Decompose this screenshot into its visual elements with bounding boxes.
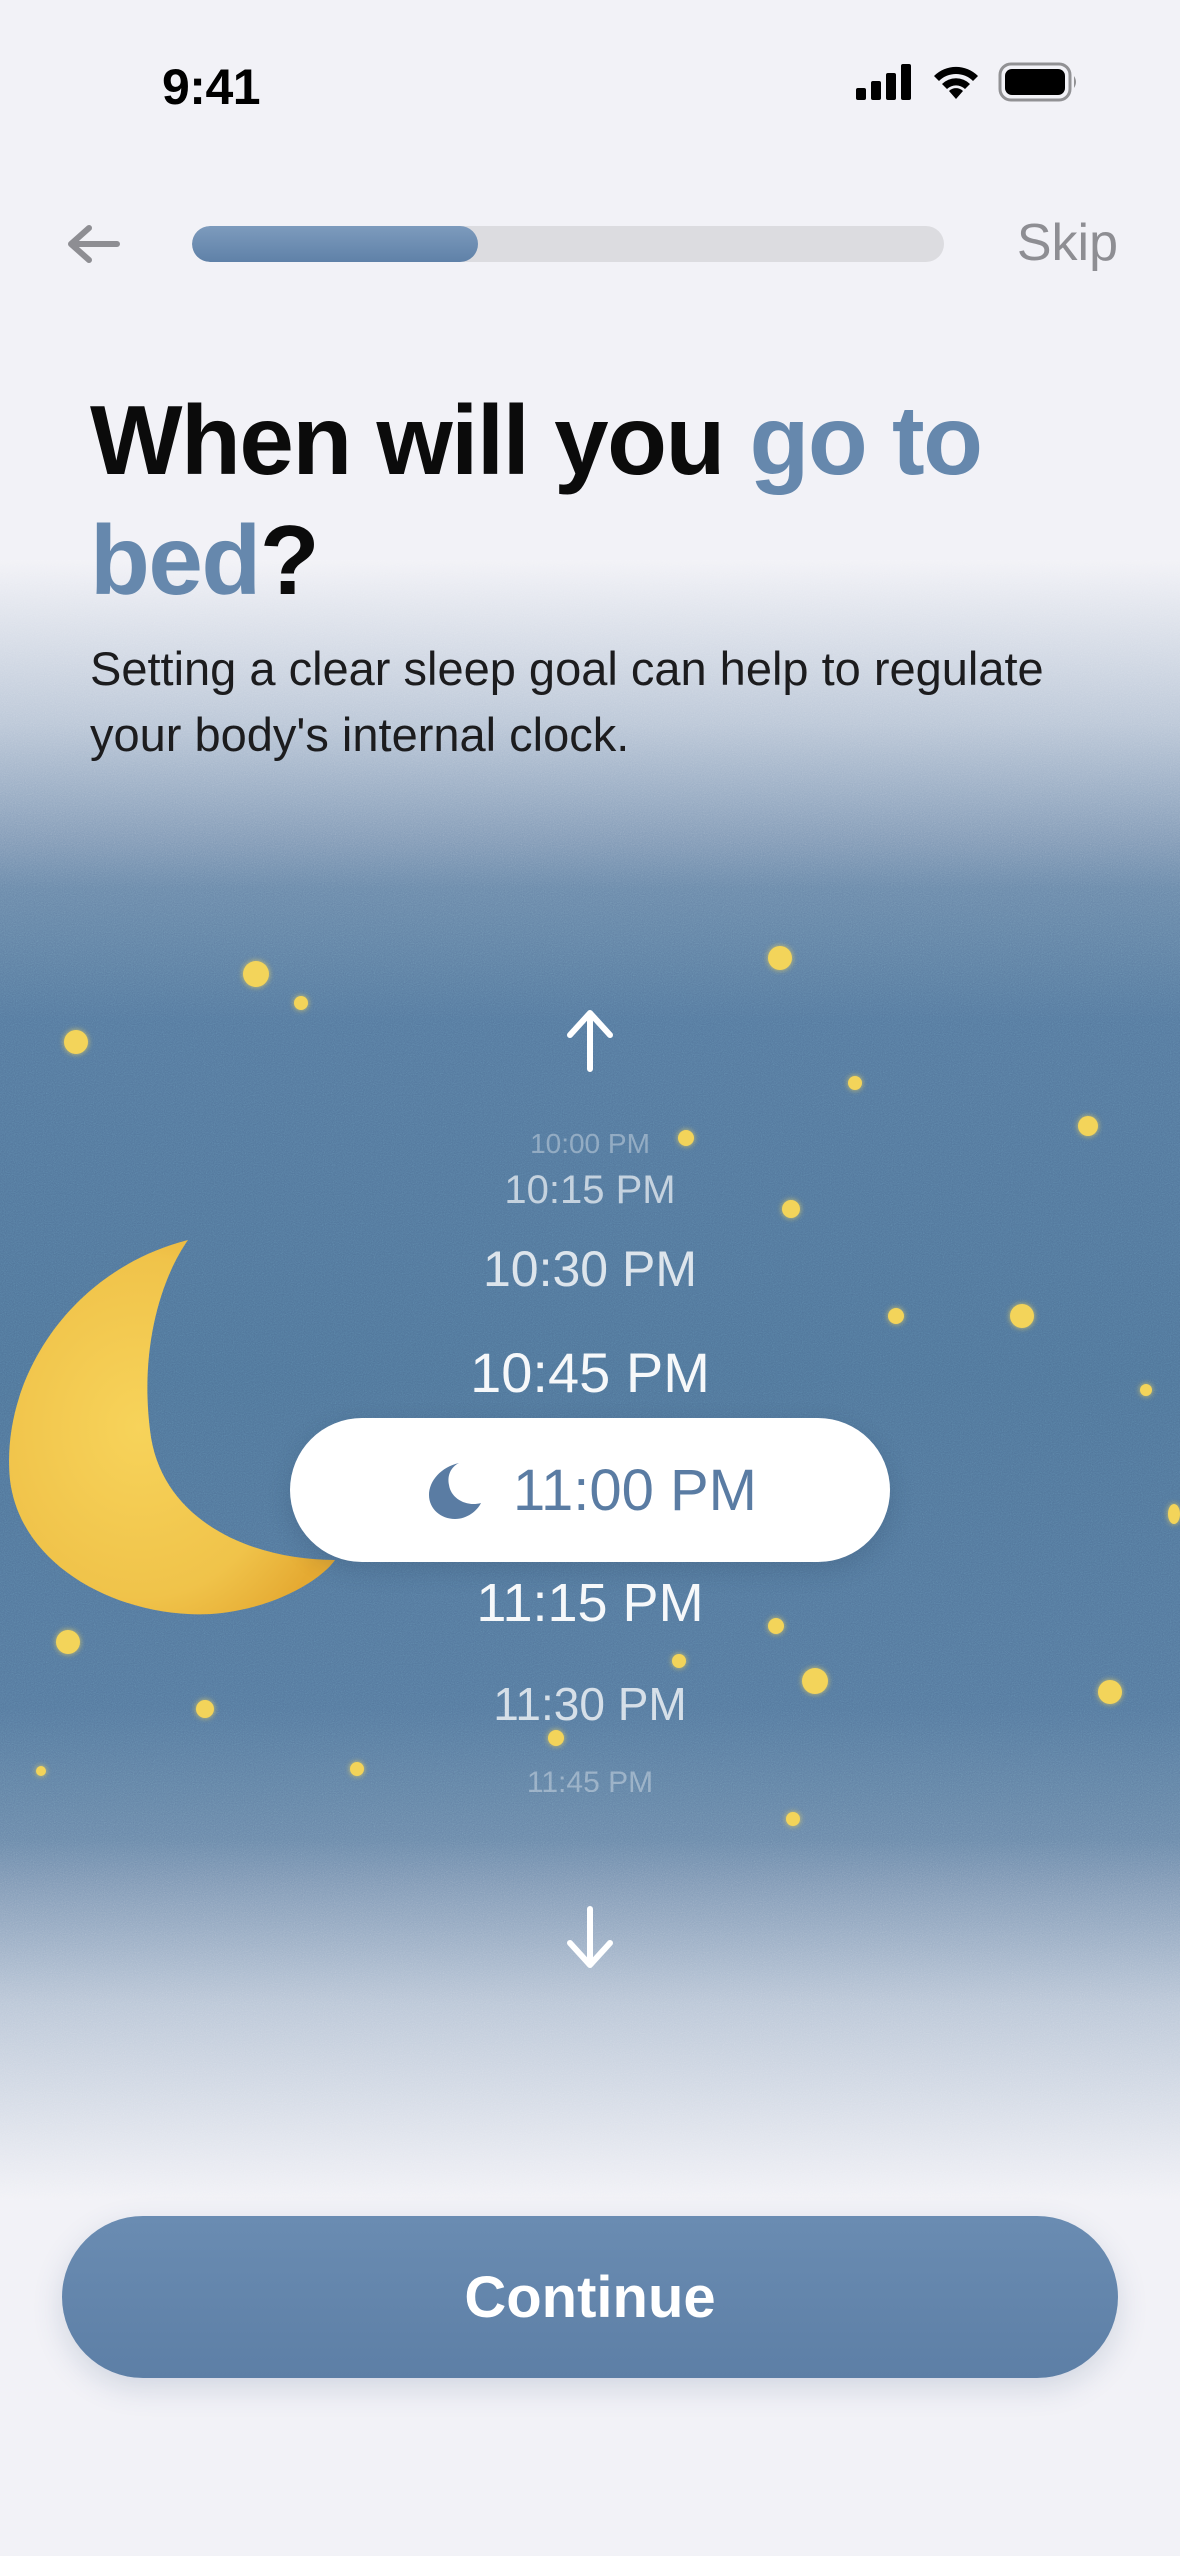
star-decoration <box>243 961 269 987</box>
skip-button[interactable]: Skip <box>1017 213 1118 273</box>
battery-icon <box>998 62 1076 102</box>
star-decoration <box>888 1308 904 1324</box>
star-decoration <box>1140 1384 1152 1396</box>
page-title: When will you go to bed? <box>90 380 1090 620</box>
time-option[interactable]: 10:15 PM <box>290 1168 890 1213</box>
crescent-moon-illustration <box>9 1240 335 1615</box>
status-icons <box>856 62 1080 102</box>
star-decoration <box>786 1812 800 1826</box>
time-option[interactable]: 10:30 PM <box>290 1240 890 1298</box>
time-option[interactable]: 11:15 PM <box>290 1572 890 1634</box>
title-text: When will you <box>90 385 750 495</box>
star-decoration <box>196 1700 214 1718</box>
arrow-down-icon <box>567 1906 613 1968</box>
onboarding-progress-bar <box>192 226 944 262</box>
selected-time-label: 11:00 PM <box>513 1457 757 1523</box>
arrow-left-icon <box>68 225 120 263</box>
scroll-down-button[interactable] <box>540 1888 640 1988</box>
star-decoration <box>36 1766 46 1776</box>
star-decoration <box>1010 1304 1034 1328</box>
star-decoration <box>672 1654 686 1668</box>
signal-icon <box>856 64 911 100</box>
selected-time-option[interactable]: 11:00 PM <box>290 1418 890 1562</box>
moon-icon <box>429 1463 482 1519</box>
time-option[interactable]: 10:00 PM <box>290 1132 890 1156</box>
page-subtitle: Setting a clear sleep goal can help to r… <box>90 642 1044 761</box>
arrow-up-icon <box>567 1010 613 1072</box>
wifi-icon <box>934 66 978 99</box>
time-option[interactable]: 10:45 PM <box>290 1340 890 1405</box>
title-end: ? <box>259 505 320 615</box>
scroll-up-button[interactable] <box>540 990 640 1090</box>
continue-button[interactable]: Continue <box>62 2216 1118 2378</box>
star-decoration <box>56 1630 80 1654</box>
time-option[interactable]: 11:45 PM <box>290 1766 890 1792</box>
back-button[interactable] <box>58 214 128 274</box>
star-decoration <box>64 1030 88 1054</box>
time-option[interactable]: 11:30 PM <box>290 1677 890 1731</box>
star-decoration <box>768 946 792 970</box>
status-time: 9:41 <box>162 59 261 115</box>
progress-fill <box>192 226 478 262</box>
star-decoration <box>1168 1504 1180 1524</box>
star-decoration <box>1098 1680 1122 1704</box>
star-decoration <box>294 996 308 1010</box>
star-decoration <box>1078 1116 1098 1136</box>
sleep-goal-screen: 9:41 Skip When will you go to bed? Setti… <box>0 0 1180 2556</box>
star-decoration <box>548 1730 564 1746</box>
star-decoration <box>848 1076 862 1090</box>
